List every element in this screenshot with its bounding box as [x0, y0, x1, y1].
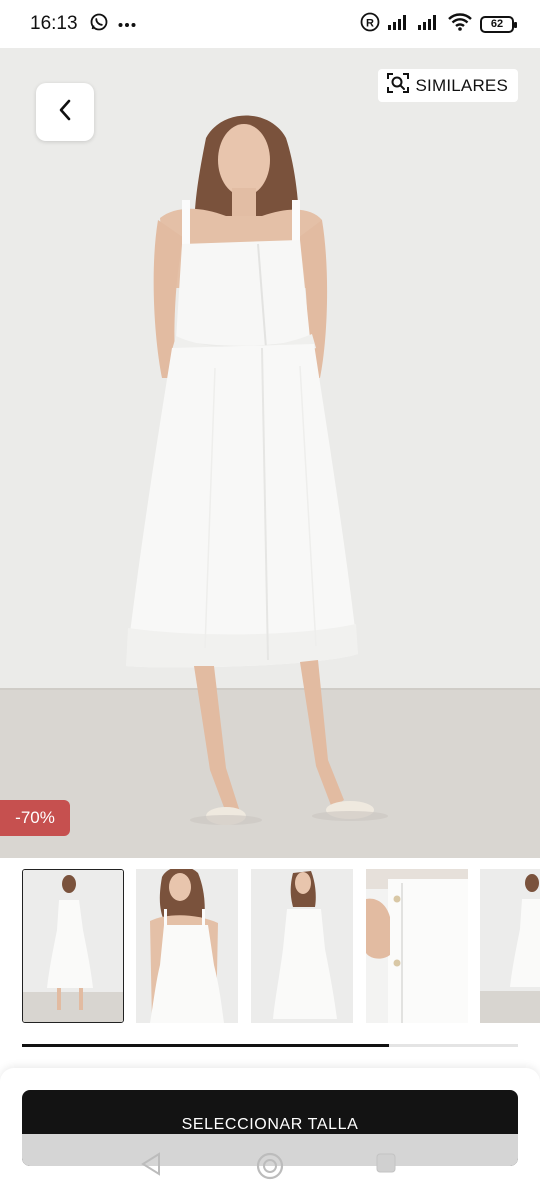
- status-time: 16:13: [30, 13, 78, 34]
- thumbnail[interactable]: [22, 869, 124, 1023]
- back-button[interactable]: [36, 83, 94, 141]
- svg-text:R: R: [366, 17, 374, 29]
- whatsapp-icon: [90, 13, 108, 36]
- thumbnail[interactable]: [136, 869, 238, 1023]
- recents-nav-icon[interactable]: [375, 1152, 397, 1179]
- registered-icon: R: [360, 12, 380, 37]
- discount-badge: -70%: [0, 800, 70, 836]
- product-main-image[interactable]: [0, 48, 540, 858]
- signal-icon: [418, 14, 440, 35]
- chevron-left-icon: [57, 98, 73, 127]
- more-dots-icon: [118, 15, 136, 33]
- gallery-scroll-track: [22, 1044, 518, 1047]
- gallery-scroll-indicator: [22, 1044, 390, 1047]
- home-nav-icon[interactable]: [256, 1152, 284, 1185]
- thumbnail[interactable]: [366, 869, 468, 1023]
- thumbnail[interactable]: [480, 869, 540, 1023]
- battery-level: 62: [490, 18, 504, 30]
- battery-icon: 62: [480, 15, 517, 33]
- back-nav-icon[interactable]: [141, 1152, 161, 1181]
- thumbnail-gallery[interactable]: [22, 869, 540, 1023]
- similar-items-label: SIMILARES: [415, 75, 508, 95]
- status-bar: 16:13 R 62: [0, 0, 540, 48]
- wifi-icon: [448, 12, 472, 36]
- signal-icon: [388, 14, 410, 35]
- similar-items-button[interactable]: SIMILARES: [377, 69, 518, 102]
- visual-search-icon: [386, 71, 410, 100]
- select-size-label: SELECCIONAR TALLA: [181, 1116, 359, 1133]
- thumbnail[interactable]: [251, 869, 353, 1023]
